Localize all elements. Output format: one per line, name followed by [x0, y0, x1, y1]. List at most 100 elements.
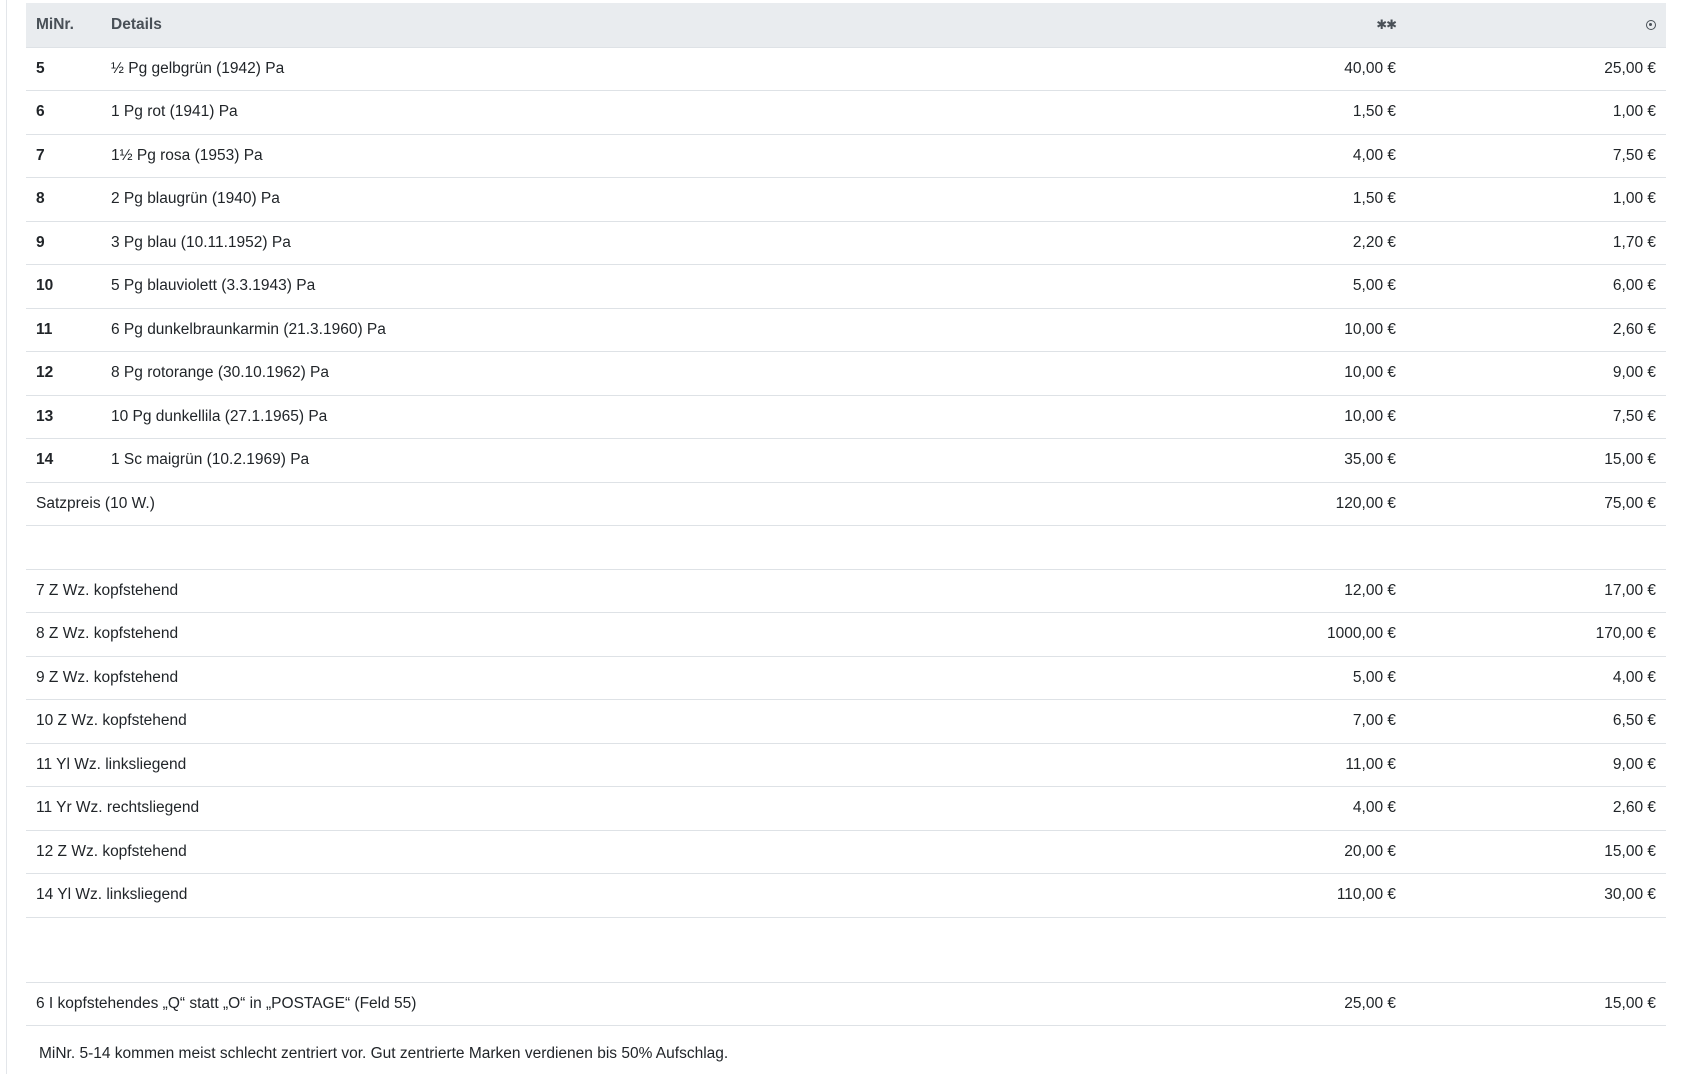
stamp-details: 5 Pg blauviolett (3.3.1943) Pa	[101, 264, 1176, 309]
variant-label: 8 Z Wz. kopfstehend	[26, 612, 1176, 657]
stamp-details: 8 Pg rotorange (30.10.1962) Pa	[101, 351, 1176, 396]
table-row: 10 Z Wz. kopfstehend 7,00 €6,50 €	[26, 699, 1666, 744]
table-row: 5½ Pg gelbgrün (1942) Pa 40,00 €25,00 €	[26, 47, 1666, 91]
price-mint: 5,00 €	[1176, 264, 1406, 309]
price-used: 6,00 €	[1406, 264, 1666, 309]
price-mint: 4,00 €	[1176, 134, 1406, 178]
price-used: 6,50 €	[1406, 699, 1666, 744]
stamp-details: 10 Pg dunkellila (27.1.1965) Pa	[101, 395, 1176, 439]
table-body: 5½ Pg gelbgrün (1942) Pa 40,00 €25,00 € 6…	[26, 47, 1666, 1026]
stamp-number: 11	[26, 308, 101, 352]
header-row: MiNr. Details ✱✱	[26, 3, 1666, 48]
stamp-number: 7	[26, 134, 101, 178]
stamp-details: 1½ Pg rosa (1953) Pa	[101, 134, 1176, 178]
spacer-row	[26, 525, 1666, 570]
price-used: 4,00 €	[1406, 656, 1666, 700]
price-used: 170,00 €	[1406, 612, 1666, 657]
price-mint: 1,50 €	[1176, 177, 1406, 222]
price-used: 9,00 €	[1406, 743, 1666, 787]
table-row: 6 I kopfstehendes „Q“ statt „O“ in „POST…	[26, 982, 1666, 1026]
table-row: 9 Z Wz. kopfstehend 5,00 €4,00 €	[26, 656, 1666, 700]
table-row: 10 5 Pg blauviolett (3.3.1943) Pa 5,00 €6,…	[26, 264, 1666, 309]
price-used: 2,60 €	[1406, 308, 1666, 352]
stamp-details: 1 Sc maigrün (10.2.1969) Pa	[101, 438, 1176, 483]
stamp-details: ½ Pg gelbgrün (1942) Pa	[101, 47, 1176, 91]
price-mint: 20,00 €	[1176, 830, 1406, 874]
price-used: 75,00 €	[1406, 482, 1666, 526]
stamp-details: 2 Pg blaugrün (1940) Pa	[101, 177, 1176, 222]
price-mint: 12,00 €	[1176, 569, 1406, 613]
header-minr: MiNr.	[26, 3, 101, 48]
price-used: 7,50 €	[1406, 395, 1666, 439]
price-used: 15,00 €	[1406, 438, 1666, 483]
table-row: 12 8 Pg rotorange (30.10.1962) Pa 10,00 €9…	[26, 351, 1666, 396]
table-row: 11 Yr Wz. rechtsliegend 4,00 €2,60 €	[26, 786, 1666, 831]
price-used: 30,00 €	[1406, 873, 1666, 918]
stamp-number: 12	[26, 351, 101, 396]
stamp-details: 1 Pg rot (1941) Pa	[101, 90, 1176, 135]
plate-flaw-label: 6 I kopfstehendes „Q“ statt „O“ in „POST…	[26, 982, 1176, 1026]
price-used: 15,00 €	[1406, 830, 1666, 874]
stamp-number: 13	[26, 395, 101, 439]
table-row: 11 6 Pg dunkelbraunkarmin (21.3.1960) Pa 1…	[26, 308, 1666, 352]
variant-label: 10 Z Wz. kopfstehend	[26, 699, 1176, 744]
table-row: 14 1 Sc maigrün (10.2.1969) Pa 35,00 €15,0…	[26, 438, 1666, 483]
price-mint: 2,20 €	[1176, 221, 1406, 265]
price-mint: 110,00 €	[1176, 873, 1406, 918]
price-mint: 1000,00 €	[1176, 612, 1406, 657]
price-used: 2,60 €	[1406, 786, 1666, 831]
price-used: 1,00 €	[1406, 177, 1666, 222]
stamp-number: 5	[26, 47, 101, 91]
price-mint: 10,00 €	[1176, 308, 1406, 352]
price-used: 1,70 €	[1406, 221, 1666, 265]
header-used	[1406, 3, 1666, 48]
price-mint: 1,50 €	[1176, 90, 1406, 135]
table-header: MiNr. Details ✱✱	[26, 3, 1666, 48]
set-price-label: Satzpreis (10 W.)	[26, 482, 1176, 526]
centering-footnote: MiNr. 5-14 kommen meist schlecht zentrie…	[39, 1045, 729, 1062]
price-used: 25,00 €	[1406, 47, 1666, 91]
stamp-number: 8	[26, 177, 101, 222]
variant-label: 12 Z Wz. kopfstehend	[26, 830, 1176, 874]
table-row: 7 Z Wz. kopfstehend 12,00 €17,00 €	[26, 569, 1666, 613]
stamp-number: 9	[26, 221, 101, 265]
variant-label: 14 Yl Wz. linksliegend	[26, 873, 1176, 918]
price-mint: 11,00 €	[1176, 743, 1406, 787]
price-mint: 25,00 €	[1176, 982, 1406, 1026]
table-row: 7 1½ Pg rosa (1953) Pa 4,00 €7,50 €	[26, 134, 1666, 178]
price-used: 7,50 €	[1406, 134, 1666, 178]
table-row: 82 Pg blaugrün (1940) Pa 1,50 €1,00 €	[26, 177, 1666, 222]
table-row: 93 Pg blau (10.11.1952) Pa 2,20 €1,70 €	[26, 221, 1666, 265]
stamp-details: 3 Pg blau (10.11.1952) Pa	[101, 221, 1176, 265]
stamp-price-table: MiNr. Details ✱✱ 5½ Pg gelbgrün (1942) P…	[26, 3, 1666, 1026]
set-price-row: Satzpreis (10 W.) 120,00 €75,00 €	[26, 482, 1666, 526]
price-mint: 10,00 €	[1176, 351, 1406, 396]
price-used: 17,00 €	[1406, 569, 1666, 613]
price-used: 1,00 €	[1406, 90, 1666, 135]
table-row: 11 Yl Wz. linksliegend 11,00 €9,00 €	[26, 743, 1666, 787]
table-row: 13 10 Pg dunkellila (27.1.1965) Pa 10,00 €…	[26, 395, 1666, 439]
catalog-page: MiNr. Details ✱✱ 5½ Pg gelbgrün (1942) P…	[6, 0, 1682, 1074]
variant-label: 11 Yr Wz. rechtsliegend	[26, 786, 1176, 831]
header-details: Details	[101, 3, 1176, 48]
variant-label: 11 Yl Wz. linksliegend	[26, 743, 1176, 787]
variant-label: 7 Z Wz. kopfstehend	[26, 569, 1176, 613]
price-mint: 7,00 €	[1176, 699, 1406, 744]
stamp-number: 6	[26, 90, 101, 135]
stamp-number: 10	[26, 264, 101, 309]
table-row: 12 Z Wz. kopfstehend 20,00 €15,00 €	[26, 830, 1666, 874]
price-used: 15,00 €	[1406, 982, 1666, 1026]
variant-label: 9 Z Wz. kopfstehend	[26, 656, 1176, 700]
postmark-circle-icon	[1646, 19, 1656, 30]
price-mint: 4,00 €	[1176, 786, 1406, 831]
mint-never-hinged-icon: ✱✱	[1376, 16, 1397, 32]
table-row: 8 Z Wz. kopfstehend 1000,00 €170,00 €	[26, 612, 1666, 657]
price-mint: 10,00 €	[1176, 395, 1406, 439]
price-mint: 35,00 €	[1176, 438, 1406, 483]
stamp-number: 14	[26, 438, 101, 483]
header-mint: ✱✱	[1176, 3, 1406, 48]
price-mint: 40,00 €	[1176, 47, 1406, 91]
table-row: 14 Yl Wz. linksliegend 110,00 €30,00 €	[26, 873, 1666, 918]
table-row: 61 Pg rot (1941) Pa 1,50 €1,00 €	[26, 90, 1666, 135]
stamp-details: 6 Pg dunkelbraunkarmin (21.3.1960) Pa	[101, 308, 1176, 352]
